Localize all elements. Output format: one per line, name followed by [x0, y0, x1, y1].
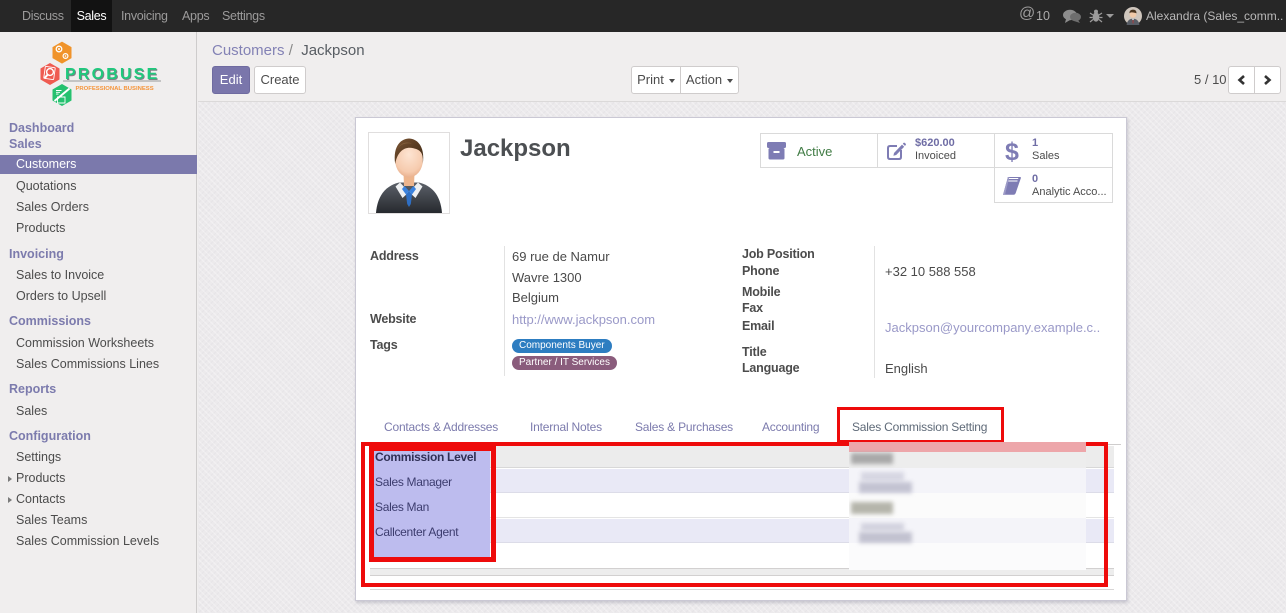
- svg-text:PROFESSIONAL BUSINESS: PROFESSIONAL BUSINESS: [76, 86, 154, 92]
